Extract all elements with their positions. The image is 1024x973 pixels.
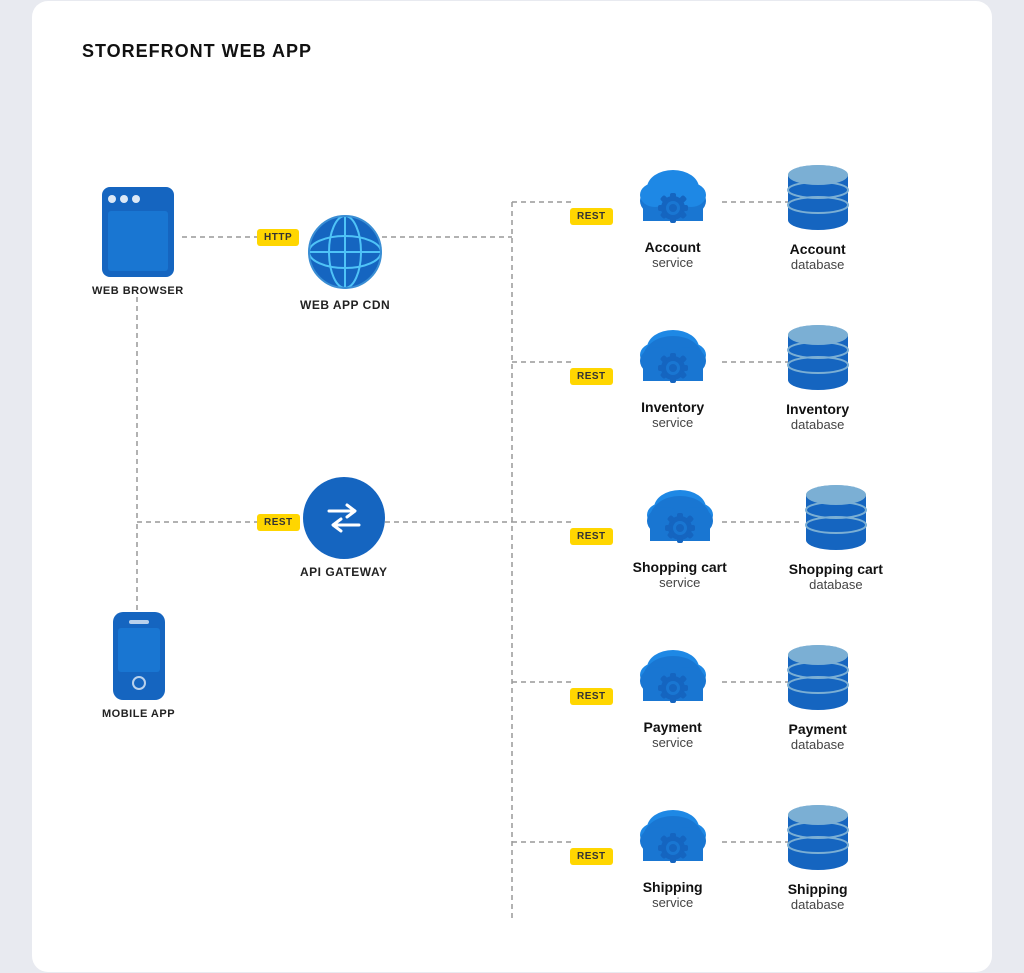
shipping-db-sub: database (791, 897, 845, 912)
account-service-name: Account (645, 239, 701, 255)
payment-db-sub: database (791, 737, 845, 752)
account-db-name: Account (790, 241, 846, 257)
gateway-label: API GATEWAY (300, 565, 388, 579)
inventory-db-sub: database (791, 417, 845, 432)
payment-db-icon (783, 640, 853, 715)
browser-body (102, 187, 174, 277)
account-db-icon (783, 160, 853, 235)
inventory-db-icon (783, 320, 853, 395)
shipping-service-icon (633, 803, 713, 873)
page-title: STOREFRONT WEB APP (82, 41, 942, 62)
mobile-body (113, 612, 165, 700)
inventory-db-name: Inventory (786, 401, 849, 417)
rest-badge-payment: REST (570, 688, 613, 705)
service-row-payment: REST (570, 640, 853, 752)
inventory-service-sub: service (652, 415, 693, 430)
inventory-service-name: Inventory (641, 399, 704, 415)
web-app-cdn: WEB APP CDN (300, 182, 390, 312)
shipping-db-name: Shipping (788, 881, 848, 897)
diagram: WEB BROWSER MOBILE APP HTTP REST (82, 92, 942, 932)
gateway-circle (303, 477, 385, 559)
shipping-service-sub: service (652, 895, 693, 910)
shopping-cart-db-icon (801, 480, 871, 555)
gateway-arrows-icon (319, 493, 369, 543)
shopping-cart-db-sub: database (809, 577, 863, 592)
inventory-service-icon (633, 323, 713, 393)
web-browser: WEB BROWSER (92, 187, 184, 297)
http-badge: HTTP (257, 227, 299, 245)
mobile-label: MOBILE APP (102, 708, 175, 720)
account-service-sub: service (652, 255, 693, 270)
payment-service-name: Payment (643, 719, 701, 735)
payment-service-sub: service (652, 735, 693, 750)
mobile-app: MOBILE APP (102, 612, 175, 720)
rest-badge-account: REST (570, 208, 613, 225)
rest-badge-inventory: REST (570, 368, 613, 385)
service-row-shopping-cart: REST (570, 480, 883, 592)
service-row-inventory: REST (570, 320, 853, 432)
shipping-service-name: Shipping (643, 879, 703, 895)
service-row-shipping: REST (570, 800, 853, 912)
shopping-cart-service-sub: service (659, 575, 700, 590)
rest-badge-shopping-cart: REST (570, 528, 613, 545)
globe-icon (305, 212, 385, 292)
cdn-label: WEB APP CDN (300, 298, 390, 312)
shopping-cart-db-name: Shopping cart (789, 561, 883, 577)
account-db-sub: database (791, 257, 845, 272)
browser-label: WEB BROWSER (92, 285, 184, 297)
service-row-account: REST (570, 160, 853, 272)
rest-badge-shipping: REST (570, 848, 613, 865)
shopping-cart-service-icon (640, 483, 720, 553)
api-gateway: API GATEWAY (300, 477, 388, 579)
shipping-db-icon (783, 800, 853, 875)
account-service-icon (633, 163, 713, 233)
payment-db-name: Payment (788, 721, 846, 737)
rest-badge-browser-gateway: REST (257, 512, 300, 530)
main-card: STOREFRONT WEB APP (32, 1, 992, 972)
payment-service-icon (633, 643, 713, 713)
shopping-cart-service-name: Shopping cart (633, 559, 727, 575)
